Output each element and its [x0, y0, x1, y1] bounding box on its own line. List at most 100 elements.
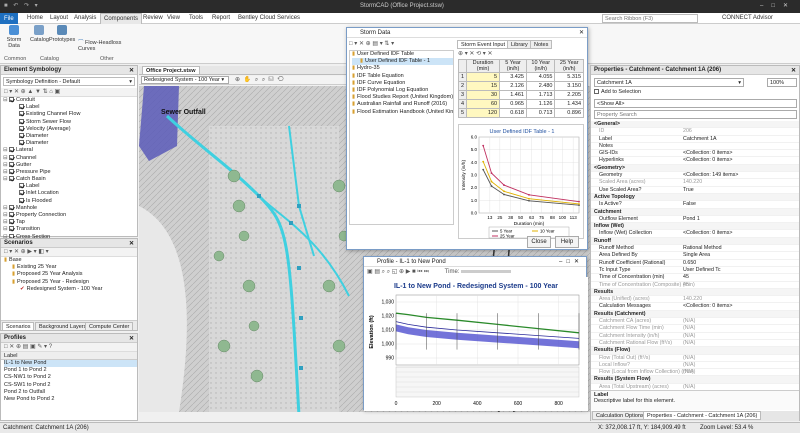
- visibility-checkbox[interactable]: [19, 111, 24, 117]
- show-filter-dropdown[interactable]: <Show All>: [594, 99, 797, 108]
- menu-layout[interactable]: Layout: [50, 15, 68, 21]
- scenario-item[interactable]: ✔ Redesigned System - 100 Year: [4, 286, 137, 293]
- profile-toolbar[interactable]: ▣ ▤ ⌕ ⌕ ◱ ⊕ ▶ ■ ⏮ ⏭ Time:: [367, 268, 585, 276]
- property-category[interactable]: Results: [591, 288, 799, 297]
- table-cell[interactable]: 0.896: [554, 108, 584, 118]
- close-icon[interactable]: ✕: [579, 28, 584, 38]
- symbology-item[interactable]: ⊟ Gutter: [3, 162, 137, 169]
- table-cell[interactable]: 60: [466, 99, 501, 109]
- visibility-checkbox[interactable]: [19, 104, 24, 110]
- property-row[interactable]: Scaled Area (acres) 140.220: [591, 179, 799, 187]
- property-row[interactable]: Catchment Flow Time (min) (N/A): [591, 325, 799, 333]
- symbology-definition-dropdown[interactable]: Symbology Definition - Default ▾: [3, 77, 135, 86]
- property-category[interactable]: Catchment: [591, 208, 799, 216]
- property-row[interactable]: Is Active? False: [591, 201, 799, 209]
- property-row[interactable]: Flow (Total Out) (ft³/s) (N/A): [591, 355, 799, 362]
- menu-home[interactable]: Home: [27, 15, 43, 21]
- table-cell[interactable]: 2.126: [499, 81, 527, 91]
- table-cell[interactable]: 5: [466, 72, 501, 82]
- menu-report[interactable]: Report: [212, 15, 230, 21]
- storm-tree-item[interactable]: ▮ User Defined IDF Table: [352, 51, 453, 58]
- symbology-item[interactable]: Storm Sewer Flow: [3, 119, 137, 126]
- property-row[interactable]: Outflow Element Pond 1: [591, 216, 799, 224]
- storm-tree-item[interactable]: ▮ Hydro-35: [352, 65, 453, 72]
- storm-tree-item[interactable]: ▮Flood Estimation Handbook (United Kingd…: [352, 109, 453, 116]
- storm-tree-item[interactable]: ▮ IDF Polynomial Log Equation: [352, 87, 453, 94]
- profile-item[interactable]: CS-SW1 to Pond 2: [4, 382, 137, 389]
- scenario-item[interactable]: ▮ Proposed 25 Year - Redesign: [4, 279, 137, 286]
- visibility-checkbox[interactable]: [19, 190, 24, 196]
- menu-analysis[interactable]: Analysis: [74, 15, 96, 21]
- symbology-item[interactable]: Diameter: [3, 140, 137, 147]
- visibility-checkbox[interactable]: [19, 125, 24, 131]
- scenario-item[interactable]: ▮ Proposed 25 Year Analysis: [4, 271, 137, 278]
- visibility-checkbox[interactable]: [19, 183, 24, 189]
- property-row[interactable]: Use Scaled Area? True: [591, 187, 799, 194]
- scenario-item[interactable]: ▮ Existing 25 Year: [4, 264, 137, 271]
- property-row[interactable]: Calculation Messages <Collection: 0 items…: [591, 303, 799, 311]
- symbology-item[interactable]: Is Flooded: [3, 198, 137, 205]
- property-row[interactable]: Runoff Method Rational Method: [591, 245, 799, 253]
- property-row[interactable]: Inflow (Wet) Collection <Collection: 0 it…: [591, 230, 799, 238]
- element-selector-dropdown[interactable]: Catchment 1A ▾: [594, 78, 744, 87]
- table-cell[interactable]: 0.965: [499, 99, 527, 109]
- table-cell[interactable]: 3.150: [554, 81, 584, 91]
- tab-notes[interactable]: Notes: [530, 40, 553, 49]
- close-icon[interactable]: ✕: [791, 67, 796, 74]
- tab-scenarios[interactable]: Scenarios: [2, 322, 35, 331]
- property-category[interactable]: <Geometry>: [591, 164, 799, 173]
- table-cell[interactable]: 30: [466, 90, 501, 100]
- tab-calculation-options[interactable]: Calculation Options: [592, 411, 648, 420]
- tab-storm-event-input[interactable]: Storm Event Input: [457, 40, 510, 49]
- profile-item[interactable]: New Pond to Pond 2: [4, 396, 137, 403]
- property-row[interactable]: Catchment CA (acres) (N/A): [591, 318, 799, 326]
- tab-compute-center[interactable]: Compute Center: [85, 322, 134, 331]
- symbology-item[interactable]: ⊟ Manhole: [3, 205, 137, 212]
- menu-review[interactable]: Review: [143, 15, 163, 21]
- table-cell[interactable]: 5.315: [554, 72, 584, 82]
- table-cell[interactable]: 3.425: [499, 72, 527, 82]
- visibility-checkbox[interactable]: [9, 97, 14, 103]
- table-cell[interactable]: 0.618: [499, 108, 527, 118]
- visibility-checkbox[interactable]: [19, 118, 24, 124]
- menu-bentley-cloud[interactable]: Bentley Cloud Services: [238, 15, 300, 21]
- close-button[interactable]: Close: [527, 236, 551, 248]
- property-search-input[interactable]: [594, 110, 797, 119]
- visibility-checkbox[interactable]: [19, 197, 24, 203]
- help-button[interactable]: Help: [555, 236, 579, 248]
- property-row[interactable]: Runoff Coefficient (Rational) 0.650: [591, 260, 799, 267]
- property-category[interactable]: Results (Catchment): [591, 310, 799, 319]
- property-row[interactable]: Label Catchment 1A: [591, 136, 799, 143]
- visibility-checkbox[interactable]: [19, 132, 24, 138]
- property-category[interactable]: Results (System Flow): [591, 376, 799, 384]
- property-category[interactable]: Results (Flow): [591, 347, 799, 355]
- symbology-item[interactable]: ⊟ Property Connection: [3, 212, 137, 219]
- time-slider[interactable]: [461, 269, 512, 273]
- property-row[interactable]: Local Inflow? (N/A): [591, 362, 799, 370]
- symbology-item[interactable]: ⊟ Tap: [3, 219, 137, 226]
- profiles-toolbar[interactable]: □ ✕ ⊕ ▤ ▣ ✎ ▾ ?: [1, 343, 137, 352]
- storm-tree-item[interactable]: ▮ User Defined IDF Table - 1: [352, 58, 453, 66]
- tab-library[interactable]: Library: [507, 40, 532, 49]
- storm-data-toolbar[interactable]: □ ▾ ✕ ⊕ ▤ ▾ ⇅ ▾: [349, 40, 454, 48]
- visibility-checkbox[interactable]: [9, 219, 14, 225]
- symbology-item[interactable]: ⊟ Channel: [3, 155, 137, 162]
- table-cell[interactable]: 1.713: [525, 90, 556, 100]
- table-cell[interactable]: 120: [466, 108, 501, 118]
- symbology-item[interactable]: ⊟ Lateral: [3, 147, 137, 154]
- symbology-item[interactable]: ⊟ Catch Basin: [3, 176, 137, 183]
- scenario-dropdown[interactable]: Redesigned System - 100 Year ▾: [141, 76, 229, 84]
- scenario-item[interactable]: ▮ Base: [4, 257, 137, 264]
- property-row[interactable]: Tc Input Type User Defined Tc: [591, 267, 799, 275]
- zoom-dropdown[interactable]: 100%: [767, 78, 797, 87]
- close-icon[interactable]: ✕: [129, 240, 134, 247]
- table-cell[interactable]: 1.461: [499, 90, 527, 100]
- quick-access-toolbar[interactable]: ■ ↶ ↷ ▾: [4, 2, 40, 9]
- menu-components[interactable]: Components: [100, 13, 143, 24]
- table-cell[interactable]: 0.713: [525, 108, 556, 118]
- file-menu[interactable]: File: [0, 13, 18, 24]
- visibility-checkbox[interactable]: [9, 168, 14, 174]
- property-row[interactable]: Notes: [591, 143, 799, 151]
- property-row[interactable]: Area (Unified) (acres) 140.220: [591, 296, 799, 304]
- property-row[interactable]: Time of Concentration (Composite) (min) 4…: [591, 282, 799, 289]
